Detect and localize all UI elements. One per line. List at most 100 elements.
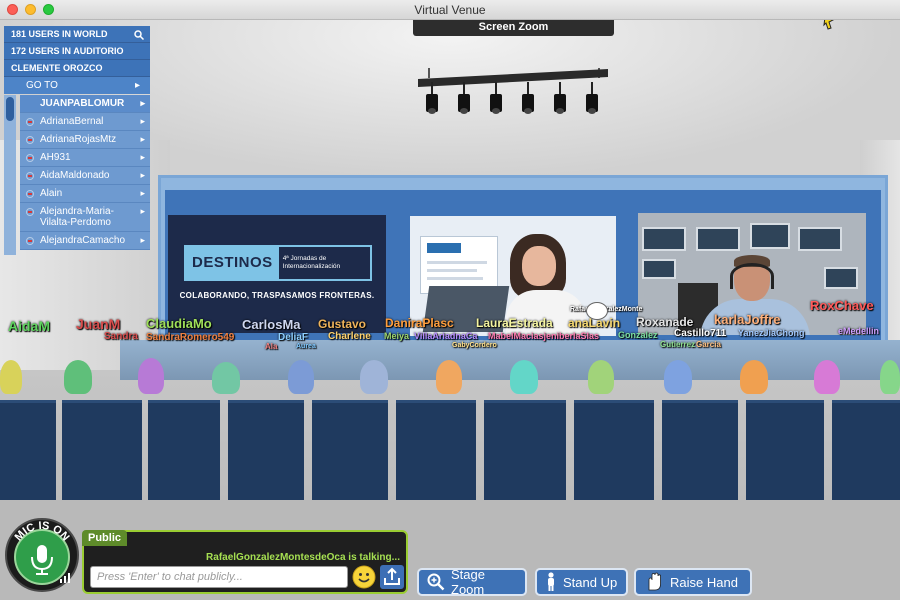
window-title-bar: Virtual Venue <box>0 0 900 20</box>
avatar-name-tag: Gustavo <box>318 317 367 331</box>
muted-mic-icon <box>26 154 34 162</box>
avatar-name-tag: Meiya <box>384 331 410 341</box>
world-user-count: 181 USERS IN WORLD <box>4 26 150 43</box>
destinos-brand: DESTINOS <box>186 247 279 279</box>
microphone-icon <box>37 545 47 563</box>
avatar <box>0 360 22 394</box>
window-title: Virtual Venue <box>414 2 486 17</box>
close-window-button[interactable] <box>7 4 18 15</box>
seat <box>0 400 56 500</box>
seat <box>228 400 304 500</box>
emoji-button[interactable] <box>352 565 376 589</box>
smiley-icon <box>352 565 376 589</box>
seat <box>746 400 824 500</box>
speech-bubble-icon <box>586 302 608 320</box>
stage-light-icon <box>426 82 438 114</box>
avatar-name-tag: RoxChave <box>810 298 874 313</box>
avatar-name-tag: Roxanade <box>636 315 694 329</box>
avatar-name-tag: CarlosMa <box>242 317 301 332</box>
avatar <box>288 360 314 394</box>
avatar-name-tag: GabyCordero <box>452 342 497 349</box>
avatar-name-tag: Charlene <box>328 331 371 342</box>
chevron-right-icon: ▸ <box>140 152 145 162</box>
avatar <box>588 360 614 394</box>
avatar <box>814 360 840 394</box>
avatar-name-tag: Aurea <box>296 343 316 350</box>
avatar <box>436 360 462 394</box>
seat <box>484 400 566 500</box>
user-list-scrollbar[interactable] <box>4 95 16 255</box>
user-name: Alejandra-Maria-Vilalta-Perdomo <box>40 206 114 228</box>
standing-person-icon <box>548 572 554 591</box>
search-icon[interactable] <box>134 29 145 41</box>
stage-zoom-button[interactable]: Stage Zoom <box>417 567 527 597</box>
user-list-item[interactable]: AlejandraCamacho ▸ <box>20 232 150 250</box>
event-tagline: COLABORANDO, TRASPASAMOS FRONTERAS. <box>179 291 375 300</box>
user-list-item[interactable]: AH931 ▸ <box>20 149 150 167</box>
stand-up-button[interactable]: Stand Up <box>535 568 628 596</box>
stage-light-icon <box>490 82 502 114</box>
avatar <box>64 360 92 394</box>
user-list-item[interactable]: AdrianaRojasMtz ▸ <box>20 131 150 149</box>
seat <box>148 400 220 500</box>
avatar-name-tag: Gonzalez <box>618 330 658 340</box>
avatar-name-tag: Garcia <box>696 340 721 349</box>
current-user-name: CLEMENTE OROZCO <box>4 60 150 77</box>
screen-zoom-button[interactable]: Screen Zoom <box>413 18 614 36</box>
share-button[interactable] <box>380 565 404 589</box>
avatar-name-tag: Gutierrez <box>660 340 696 349</box>
chevron-right-icon: ▸ <box>140 206 145 216</box>
stage-zoom-label: Stage Zoom <box>451 567 485 597</box>
chevron-right-icon: ▸ <box>140 116 145 126</box>
auditorium-user-count: 172 USERS IN AUDITORIO <box>4 43 150 60</box>
audience-seating <box>0 358 900 520</box>
chat-input[interactable] <box>90 566 348 588</box>
avatar-name-tag: VillaAriadnaCa <box>414 331 478 341</box>
avatar-name-tag: Ala <box>265 342 278 351</box>
avatar <box>212 362 240 394</box>
avatar-name-tag: AidaM <box>8 318 50 334</box>
user-list-item[interactable]: Alain ▸ <box>20 185 150 203</box>
avatar-name-tag: YanezJiaChong <box>738 328 805 338</box>
user-name: AlejandraCamacho <box>40 235 126 246</box>
user-name: Alain <box>40 188 63 199</box>
raise-hand-button[interactable]: Raise Hand <box>634 568 752 596</box>
chevron-right-icon: ▸ <box>140 98 145 108</box>
stage-light-icon <box>554 82 566 114</box>
world-count-label: 181 USERS IN WORLD <box>11 29 108 39</box>
scrollbar-thumb[interactable] <box>6 97 14 121</box>
avatar-name-tag: MabelMaciasjeniberlaSlas <box>488 331 600 341</box>
user-name: AidaMaldonado <box>40 170 110 181</box>
mic-toggle-button[interactable]: MIC IS ON <box>4 517 80 593</box>
chevron-right-icon: ▸ <box>134 80 140 91</box>
chat-tab-public[interactable]: Public <box>82 530 128 546</box>
user-list-item[interactable]: JUANPABLOMUR ▸ <box>20 95 150 113</box>
avatar-name-tag: Castillo711 <box>674 328 727 339</box>
avatar <box>360 360 388 394</box>
user-list-item[interactable]: AdrianaBernal ▸ <box>20 113 150 131</box>
upload-icon <box>384 567 400 585</box>
avatar-name-tag: Sandra <box>104 331 138 342</box>
muted-mic-icon <box>26 208 34 216</box>
avatar <box>510 360 538 394</box>
seat <box>662 400 738 500</box>
minimize-window-button[interactable] <box>25 4 36 15</box>
chat-panel: RafaelGonzalezMontesdeOca is talking... <box>82 530 408 594</box>
user-name: AdrianaBernal <box>40 116 104 127</box>
user-list-item[interactable]: Alejandra-Maria-Vilalta-Perdomo ▸ <box>20 203 150 232</box>
muted-mic-icon <box>26 237 34 245</box>
event-subtitle: 4ª Jornadas de Internacionalización <box>282 255 341 270</box>
user-name: JUANPABLOMUR <box>40 98 125 109</box>
avatar <box>880 360 900 394</box>
chevron-right-icon: ▸ <box>140 170 145 180</box>
maximize-window-button[interactable] <box>43 4 54 15</box>
goto-button[interactable]: GO TO ▸ <box>4 77 150 94</box>
raise-hand-label: Raise Hand <box>670 574 738 590</box>
user-list-item[interactable]: AidaMaldonado ▸ <box>20 167 150 185</box>
seat <box>62 400 142 500</box>
muted-mic-icon <box>26 136 34 144</box>
stage-light-icon <box>522 82 534 114</box>
headset-icon <box>730 263 774 289</box>
avatar <box>740 360 768 394</box>
user-name: AdrianaRojasMtz <box>40 134 117 145</box>
